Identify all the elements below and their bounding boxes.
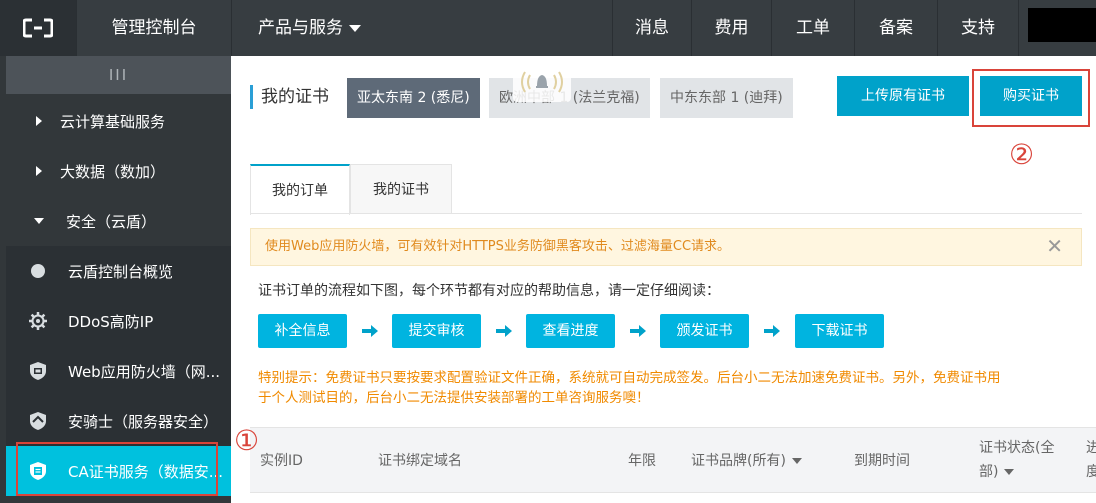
chevron-right-icon <box>36 116 42 126</box>
waf-promo-notice: 使用Web应用防火墙，可有效针对HTTPS业务防御黑客攻击、过滤海量CC请求。 … <box>250 228 1082 266</box>
th-bound-domain: 证书绑定域名 <box>378 453 462 469</box>
sidebar-item-server-security[interactable]: 安骑士（服务器安全） <box>6 396 231 446</box>
close-icon[interactable]: ✕ <box>1046 229 1063 263</box>
gear-icon <box>28 311 48 331</box>
sidebar-collapse-toggle[interactable]: III <box>6 56 231 94</box>
nav-tickets[interactable]: 工单 <box>772 0 854 56</box>
step-download-certificate[interactable]: 下载证书 <box>795 314 884 348</box>
products-menu[interactable]: 产品与服务 <box>232 0 361 56</box>
sidebar-group-big-data[interactable]: 大数据（数加） <box>6 146 231 196</box>
sidebar-group-label: 云计算基础服务 <box>60 112 166 131</box>
step-issue-certificate[interactable]: 颁发证书 <box>660 314 749 348</box>
bell-icon <box>521 71 563 93</box>
region-tab-dubai[interactable]: 中东东部 1 (迪拜) <box>660 78 793 118</box>
step-view-progress[interactable]: 查看进度 <box>526 314 615 348</box>
page-title: 我的证书 <box>250 85 329 109</box>
top-navigation-bar: 管理控制台 产品与服务 消息 费用 工单 备案 支持 <box>0 0 1096 56</box>
chevron-down-icon <box>34 218 44 224</box>
sidebar: III 云计算基础服务 大数据（数加） 安全（云盾） 云盾控制台概览 DDoS高… <box>0 56 231 503</box>
highlight-box-buy <box>972 69 1090 127</box>
region-tab-sydney[interactable]: 亚太东南 2 (悉尼) <box>347 78 480 118</box>
tip-line-2: 于个人测试目的，后台小二无法提供安装部署的工单咨询服务噢！ <box>258 390 650 406</box>
arrow-right-icon <box>496 325 512 337</box>
th-status-line2: 部) <box>979 464 999 480</box>
shield-icon <box>28 411 48 431</box>
annotation-marker-1: ① <box>234 424 260 457</box>
step-complete-info[interactable]: 补全信息 <box>258 314 347 348</box>
upload-certificate-button[interactable]: 上传原有证书 <box>837 76 969 116</box>
tabs-divider <box>250 213 1082 214</box>
logo-button[interactable] <box>0 0 76 56</box>
aliyun-logo-icon <box>23 18 53 38</box>
chevron-down-icon <box>791 458 802 464</box>
sidebar-item-waf[interactable]: Web应用防火墙（网... <box>6 346 231 396</box>
sidebar-item-ddos[interactable]: DDoS高防IP <box>6 296 231 346</box>
tab-my-orders[interactable]: 我的订单 <box>250 164 350 215</box>
sidebar-group-label: 安全（云盾） <box>66 212 157 231</box>
sidebar-item-security-overview[interactable]: 云盾控制台概览 <box>6 246 231 296</box>
arrow-right-icon <box>764 325 780 337</box>
products-label: 产品与服务 <box>258 18 343 38</box>
notification-bell-overlay[interactable] <box>513 62 571 102</box>
step-submit-review[interactable]: 提交审核 <box>392 314 481 348</box>
shield-icon <box>28 361 48 381</box>
nav-billing[interactable]: 费用 <box>692 0 771 56</box>
th-expiry: 到期时间 <box>854 453 910 469</box>
annotation-marker-2: ② <box>1009 138 1035 171</box>
nav-icp-filing[interactable]: 备案 <box>855 0 937 56</box>
flow-intro-text: 证书订单的流程如下图，每个环节都有对应的帮助信息，请一定仔细阅读： <box>258 283 720 299</box>
arrow-right-icon <box>362 325 378 337</box>
special-tip: 特别提示：免费证书只要按要求配置验证文件正确，系统就可自动完成签发。后台小二无法… <box>258 368 1088 408</box>
th-brand-filter[interactable]: 证书品牌(所有) <box>691 449 802 473</box>
th-brand-label: 证书品牌(所有) <box>691 453 786 469</box>
th-instance-id: 实例ID <box>260 453 303 469</box>
chevron-down-icon <box>349 24 361 32</box>
nav-messages[interactable]: 消息 <box>613 0 691 56</box>
console-home-link[interactable]: 管理控制台 <box>77 0 231 56</box>
th-status-line1: 证书状态(全 <box>979 440 1055 456</box>
notice-text: 使用Web应用防火墙，可有效针对HTTPS业务防御黑客攻击、过滤海量CC请求。 <box>265 239 731 254</box>
tip-line-1: 特别提示：免费证书只要按要求配置验证文件正确，系统就可自动完成签发。后台小二无法… <box>258 370 1001 386</box>
sidebar-group-security[interactable]: 安全（云盾） <box>6 196 231 246</box>
th-years: 年限 <box>628 453 656 469</box>
th-progress-line2: 度 <box>1086 464 1096 480</box>
orders-table-header: 实例ID 证书绑定域名 年限 证书品牌(所有) 到期时间 证书状态(全 部) 进… <box>250 427 1096 493</box>
arrow-right-icon <box>630 325 646 337</box>
sidebar-item-label: DDoS高防IP <box>68 312 154 331</box>
sidebar-group-cloud-computing[interactable]: 云计算基础服务 <box>6 96 231 146</box>
nav-support[interactable]: 支持 <box>938 0 1018 56</box>
dot-icon <box>28 261 48 281</box>
sidebar-group-label: 大数据（数加） <box>60 162 166 181</box>
divider <box>1018 0 1019 56</box>
tab-my-certificates[interactable]: 我的证书 <box>350 164 452 214</box>
sidebar-item-label: 安骑士（服务器安全） <box>68 412 219 431</box>
main-content: 我的证书 亚太东南 2 (悉尼) 欧洲中部 1 (法兰克福) 中东东部 1 (迪… <box>231 56 1096 503</box>
chevron-right-icon <box>36 166 42 176</box>
th-progress-line1: 进 <box>1086 440 1096 456</box>
chevron-down-icon <box>1004 469 1015 475</box>
th-status-filter[interactable]: 证书状态(全 部) <box>979 436 1054 484</box>
highlight-box-ca-service <box>16 442 218 496</box>
th-progress: 进 度 <box>1086 436 1096 484</box>
account-redacted[interactable] <box>1028 8 1096 42</box>
sidebar-item-label: 云盾控制台概览 <box>68 262 174 281</box>
sidebar-item-label: Web应用防火墙（网... <box>68 362 221 381</box>
